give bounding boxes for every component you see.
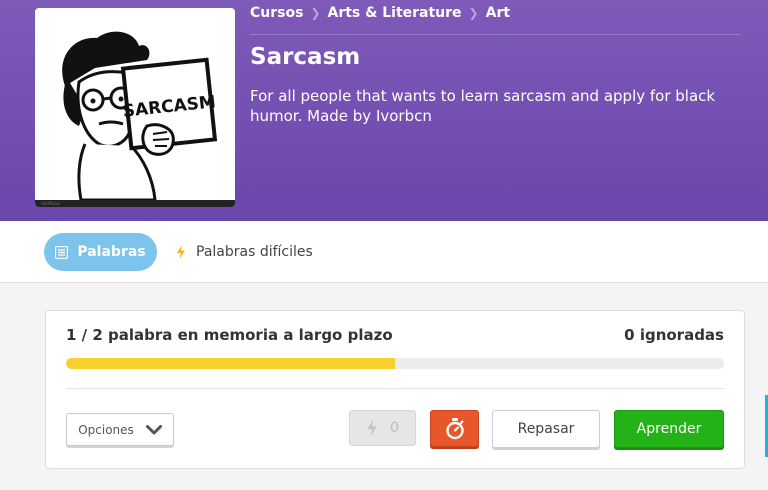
- bolt-icon: [367, 419, 377, 437]
- ignored-count: 0 ignoradas: [624, 326, 724, 344]
- progress-card: 1 / 2 palabra en memoria a largo plazo 0…: [45, 310, 745, 469]
- review-button[interactable]: Repasar: [492, 410, 600, 448]
- timer-button[interactable]: [430, 410, 479, 447]
- tab-palabras-dificiles-label: Palabras difíciles: [196, 244, 313, 260]
- speed-review-count: 0: [390, 420, 399, 436]
- breadcrumb-arts-literature[interactable]: Arts & Literature: [328, 5, 462, 21]
- breadcrumb-art[interactable]: Art: [486, 5, 510, 21]
- card-divider: [66, 388, 724, 389]
- image-footer-text: Unofficial: [41, 201, 60, 206]
- progress-summary: 1 / 2 palabra en memoria a largo plazo: [66, 326, 393, 344]
- options-button[interactable]: Opciones: [66, 413, 174, 446]
- course-title: Sarcasm: [250, 44, 361, 70]
- image-footer-bar: Unofficial: [35, 200, 235, 207]
- tab-palabras-dificiles[interactable]: Palabras difíciles: [176, 233, 313, 271]
- speed-review-button[interactable]: 0: [349, 410, 416, 446]
- header-divider: [250, 34, 740, 35]
- course-image: SARCASM Unofficial: [35, 8, 235, 207]
- tab-palabras[interactable]: Palabras: [44, 233, 157, 271]
- course-description: For all people that wants to learn sarca…: [250, 87, 716, 125]
- bolt-icon: [177, 245, 185, 259]
- tab-bar: Palabras Palabras difíciles: [0, 221, 768, 283]
- chevron-down-icon: [145, 424, 162, 434]
- breadcrumb: Cursos ❯ Arts & Literature ❯ Art: [250, 5, 510, 21]
- progress-bar-fill: [66, 358, 395, 369]
- chevron-right-icon: ❯: [310, 6, 321, 20]
- tab-palabras-label: Palabras: [77, 244, 146, 260]
- course-header: SARCASM Unofficial Cursos ❯ Arts & Liter…: [0, 0, 768, 221]
- breadcrumb-cursos[interactable]: Cursos: [250, 5, 303, 21]
- review-label: Repasar: [517, 421, 575, 437]
- progress-bar: [66, 358, 724, 369]
- stopwatch-icon: [445, 417, 464, 439]
- options-label: Opciones: [78, 422, 134, 437]
- learn-label: Aprender: [636, 421, 702, 437]
- learn-button[interactable]: Aprender: [614, 410, 724, 448]
- sarcasm-illustration: SARCASM: [62, 31, 218, 202]
- list-icon: [55, 245, 69, 259]
- chevron-right-icon: ❯: [468, 6, 479, 20]
